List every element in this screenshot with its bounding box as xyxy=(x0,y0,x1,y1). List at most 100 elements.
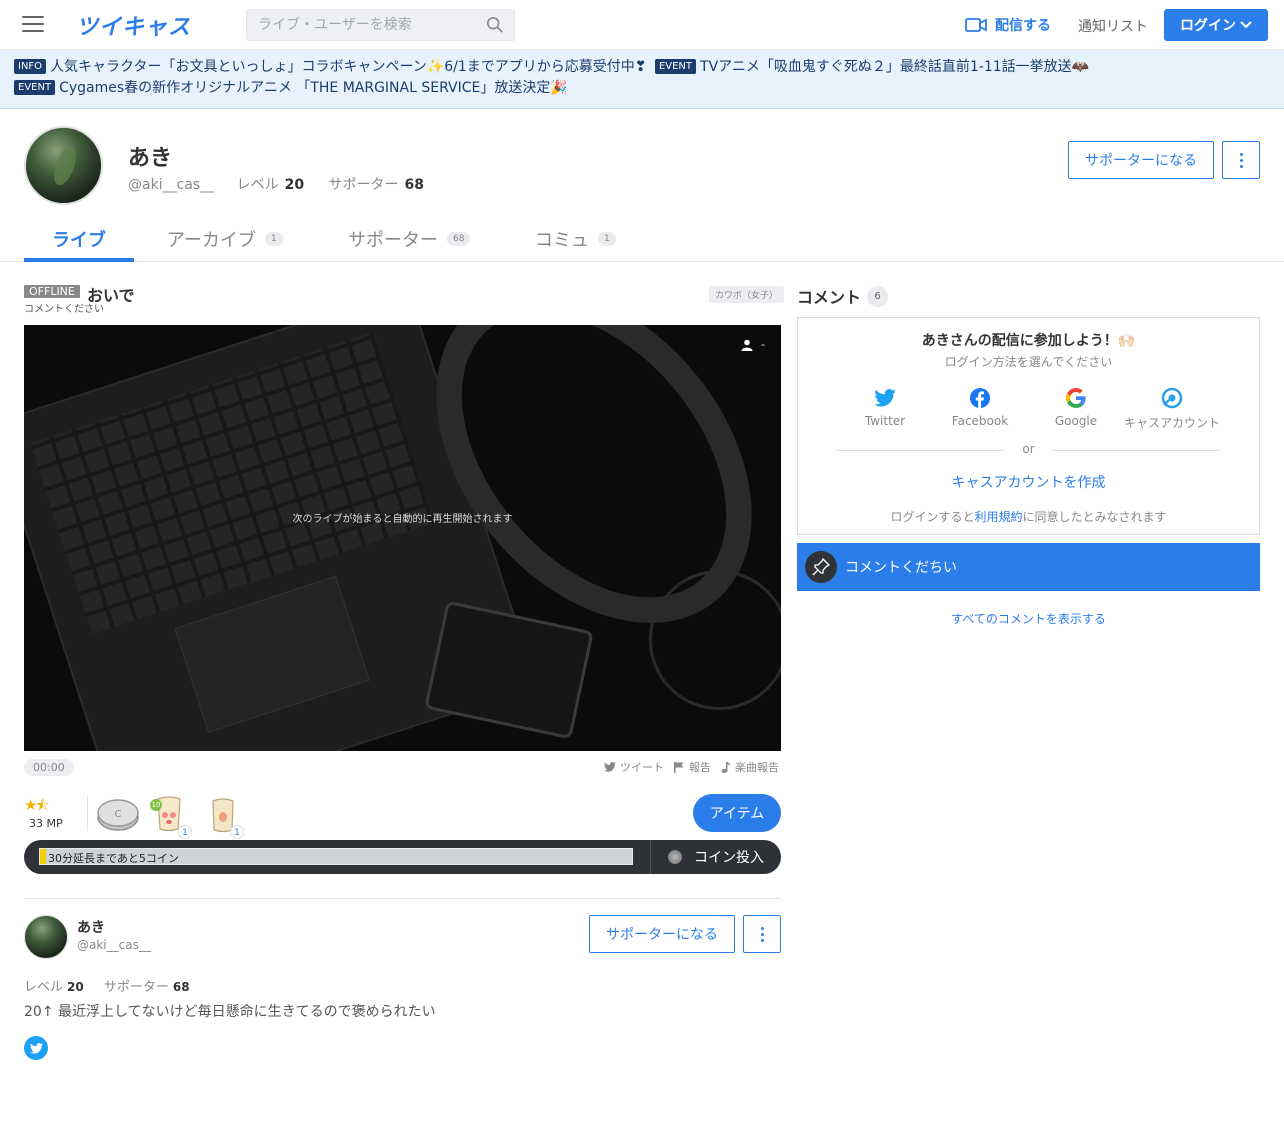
more-vertical-icon xyxy=(760,925,764,943)
tab-count: 68 xyxy=(447,232,471,246)
notification-list-link[interactable]: 通知リスト xyxy=(1078,16,1148,36)
info-item[interactable]: INFO 人気キャラクター「お文具といっしょ」コラボキャンペーン✨6/1までアプリ… xyxy=(14,59,647,75)
extend-bar: 30分延長まであと5コイン コイン投入 xyxy=(24,840,781,874)
login-label: ログイン xyxy=(1180,18,1236,34)
become-supporter-button[interactable]: サポーターになる xyxy=(1068,141,1214,179)
level-value: 20 xyxy=(284,177,305,193)
viewer-count: - xyxy=(741,338,765,351)
music-report-link[interactable]: 楽曲報告 xyxy=(721,759,779,775)
login-cas-account[interactable]: キャスアカウント xyxy=(1124,386,1220,431)
event-text: TVアニメ「吸血鬼すぐ死ぬ２」最終話直前1-11話一挙放送🦇 xyxy=(700,59,1090,75)
sns-label: Twitter xyxy=(864,414,906,428)
gift-coin[interactable]: C xyxy=(96,795,140,837)
event-text: Cygames春の新作オリジナルアニメ 「THE MARGINAL SERVIC… xyxy=(59,80,568,96)
divider xyxy=(87,795,88,831)
supporter-label: サポーター xyxy=(328,177,399,193)
insert-coin-button[interactable]: コイン投入 xyxy=(650,840,781,874)
time-display: 00:00 xyxy=(24,759,74,776)
gift-tea-cup[interactable]: 10 1 xyxy=(150,795,192,839)
pinned-comment[interactable]: コメントくだちい xyxy=(797,543,1260,591)
search-box xyxy=(246,9,515,41)
login-facebook[interactable]: Facebook xyxy=(932,386,1028,428)
broadcast-label: 配信する xyxy=(995,18,1051,34)
tab-community[interactable]: コミュ 1 xyxy=(535,226,616,252)
login-button[interactable]: ログイン xyxy=(1164,9,1268,41)
item-button[interactable]: アイテム xyxy=(693,794,781,832)
event-tag: EVENT xyxy=(14,80,56,95)
sns-label: キャスアカウント xyxy=(1124,416,1221,430)
chevron-down-icon xyxy=(1240,21,1252,29)
profile-name: あき xyxy=(128,146,173,171)
menu-icon[interactable] xyxy=(22,16,44,34)
video-message: 次のライブが始まると自動的に再生開始されます xyxy=(292,514,513,525)
login-twitter[interactable]: Twitter xyxy=(837,386,933,428)
login-box-subtitle: ログイン方法を選んでください xyxy=(944,355,1113,369)
profile-tabs: ライブ アーカイブ 1 サポーター 68 コミュ 1 xyxy=(0,214,1284,262)
create-account-link[interactable]: キャスアカウントを作成 xyxy=(798,472,1259,492)
info-text: 人気キャラクター「お文具といっしょ」コラボキャンペーン✨6/1までアプリから応募… xyxy=(50,59,647,75)
twitter-profile-link[interactable] xyxy=(24,1036,48,1060)
silver-coin-icon: C xyxy=(97,799,139,831)
event-item[interactable]: EVENT TVアニメ「吸血鬼すぐ死ぬ２」最終話直前1-11話一挙放送🦇 xyxy=(654,59,1090,75)
gift-count: 1 xyxy=(230,825,244,839)
login-box: あきさんの配信に参加しよう！🙌🏻 ログイン方法を選んでください Twitter … xyxy=(797,317,1260,535)
tweet-link[interactable]: ツイート xyxy=(604,759,664,775)
broadcast-button[interactable]: 配信する xyxy=(965,15,1051,35)
pin-icon xyxy=(805,551,837,583)
profile-handle: @aki__cas__ xyxy=(128,177,215,193)
video-player[interactable]: - 次のライブが始まると自動的に再生開始されます xyxy=(24,325,781,751)
logo[interactable]: ツイキャス xyxy=(76,9,191,41)
facebook-icon xyxy=(970,388,990,408)
comments-title: コメント xyxy=(797,288,862,307)
divider xyxy=(24,898,781,899)
pinned-comment-text: コメントくだちい xyxy=(845,560,957,576)
mp-value: 33 MP xyxy=(29,817,63,830)
tab-supporters[interactable]: サポーター 68 xyxy=(348,226,471,252)
search-input[interactable] xyxy=(247,10,477,40)
become-supporter-button[interactable]: サポーターになる xyxy=(589,915,735,953)
more-options-button[interactable] xyxy=(1222,141,1260,179)
card-handle: @aki__cas__ xyxy=(77,938,151,952)
background-cable xyxy=(649,570,781,710)
gift-level-badge: 10 xyxy=(150,799,162,811)
coin-icon xyxy=(668,850,682,864)
avatar[interactable] xyxy=(24,126,103,205)
twitter-icon xyxy=(874,389,896,407)
event-item[interactable]: EVENT Cygames春の新作オリジナルアニメ 「THE MARGINAL S… xyxy=(14,80,568,96)
background-phone xyxy=(424,600,594,740)
tab-count: 1 xyxy=(598,232,616,246)
viewer-value: - xyxy=(761,338,765,351)
profile-meta: @aki__cas__ レベル 20 サポーター 68 xyxy=(128,174,444,194)
tab-archive[interactable]: アーカイブ 1 xyxy=(167,226,283,252)
person-icon xyxy=(741,339,753,351)
header: ツイキャス 配信する 通知リスト ログイン xyxy=(0,0,1284,50)
level-label: レベル xyxy=(236,177,279,193)
event-tag: EVENT xyxy=(654,59,697,74)
flag-icon xyxy=(674,761,684,773)
video-camera-icon xyxy=(965,18,987,32)
gift-candle[interactable]: 1 xyxy=(208,795,244,839)
extend-progress: 30分延長まであと5コイン xyxy=(39,848,633,865)
sns-label: Google xyxy=(1054,414,1098,428)
show-all-comments-link[interactable]: すべてのコメントを表示する xyxy=(797,610,1260,627)
search-icon[interactable] xyxy=(486,16,504,34)
login-box-title: あきさんの配信に参加しよう！🙌🏻 xyxy=(921,333,1136,349)
extend-label: 30分延長まであと5コイン xyxy=(48,852,179,865)
supporter-label: サポーター xyxy=(103,980,169,995)
comments-count: 6 xyxy=(867,285,889,307)
extend-progress-fill xyxy=(40,849,46,864)
more-options-button[interactable] xyxy=(743,915,781,953)
active-tab-indicator xyxy=(24,258,134,262)
supporter-count: 68 xyxy=(172,980,190,994)
login-google[interactable]: Google xyxy=(1028,386,1124,428)
report-link[interactable]: 報告 xyxy=(674,759,711,775)
terms-link[interactable]: 利用規約 xyxy=(974,510,1022,524)
category-tag[interactable]: カワボ（女子） xyxy=(709,286,785,303)
sns-label: Facebook xyxy=(951,414,1009,428)
tab-live[interactable]: ライブ xyxy=(52,226,106,252)
comments-heading: コメント 6 xyxy=(797,284,889,308)
svg-text:C: C xyxy=(115,809,122,820)
twitter-icon xyxy=(604,762,616,772)
avatar[interactable] xyxy=(24,915,68,959)
offline-badge: OFFLINE xyxy=(24,285,80,298)
